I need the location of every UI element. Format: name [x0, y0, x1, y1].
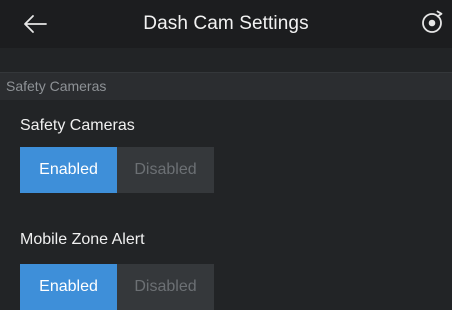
mobile-zone-alert-label: Mobile Zone Alert: [20, 231, 145, 248]
safety-cameras-enabled-button[interactable]: Enabled: [20, 147, 117, 193]
mobile-zone-alert-toggle: Enabled Disabled: [20, 264, 214, 310]
section-title: Safety Cameras: [6, 78, 107, 94]
mobile-zone-alert-enabled-button[interactable]: Enabled: [20, 264, 117, 310]
section-header: Safety Cameras: [0, 72, 452, 100]
page-title: Dash Cam Settings: [143, 13, 309, 34]
mobile-zone-alert-disabled-button[interactable]: Disabled: [117, 264, 214, 310]
safety-cameras-label: Safety Cameras: [20, 117, 135, 134]
safety-cameras-toggle: Enabled Disabled: [20, 147, 214, 193]
header-spacer: [0, 48, 452, 72]
safety-cameras-disabled-button[interactable]: Disabled: [117, 147, 214, 193]
app-header: Dash Cam Settings: [0, 0, 452, 48]
target-circle-icon[interactable]: [419, 10, 445, 36]
